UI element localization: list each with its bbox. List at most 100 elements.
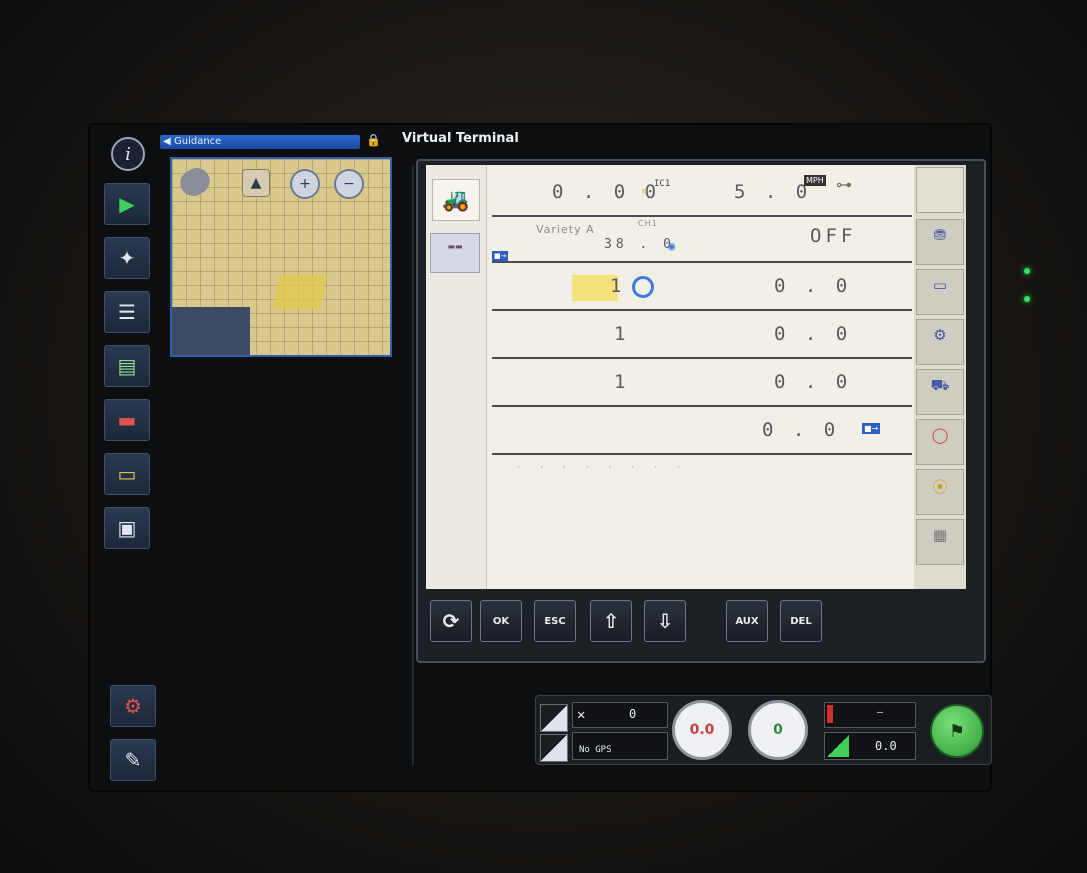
vt-row-rate: 0 . 0 0 ≡ IC1 5 . 0 MPH ⊶: [492, 171, 912, 217]
guidance-header-label: Guidance: [174, 136, 222, 147]
row5-left-value: 1: [614, 371, 630, 393]
softkey-2[interactable]: ⛃: [916, 219, 964, 265]
tractor-small-icon: ⛟: [930, 376, 950, 394]
gauge-right-value: 0: [773, 722, 783, 738]
target-icon: ◉: [668, 239, 676, 253]
ok-button[interactable]: OK: [480, 600, 522, 642]
satellite-count: 0: [629, 707, 637, 721]
vt-left-softkeys: 🚜 ▬▬: [426, 165, 487, 589]
page-up-button[interactable]: ⇧: [590, 600, 632, 642]
task-list-icon[interactable]: ☰: [104, 291, 150, 333]
softkey-1[interactable]: [916, 167, 964, 213]
status-led-top: [1024, 268, 1030, 274]
satellite-icon: ✕: [577, 707, 586, 723]
implement-icon[interactable]: ▭: [104, 453, 150, 495]
left-toolbar: i ▶ ✦ ☰ ▤ ▬ ▭ ▣: [98, 137, 154, 561]
row4-right-value: 0 . 0: [774, 323, 852, 345]
del-button[interactable]: DEL: [780, 600, 822, 642]
softkey-7[interactable]: ⦿: [916, 469, 964, 515]
aux-button[interactable]: AUX: [726, 600, 768, 642]
grid-icon: ▦: [932, 526, 948, 544]
planter-status-icon: ⊶: [836, 175, 852, 194]
boom-sections-icon[interactable]: ▬: [104, 399, 150, 441]
page-down-button[interactable]: ⇩: [644, 600, 686, 642]
status-led-bottom: [1024, 296, 1030, 302]
guidance-panel-header[interactable]: ◀ Guidance: [160, 135, 360, 149]
speed-value: 5 . 0: [734, 181, 812, 203]
speed-dash: —: [877, 707, 884, 718]
row-ticks: · · · · · · · ·: [516, 463, 688, 473]
left-toolbar-bottom: ⚙ ✎: [104, 685, 156, 793]
softkey-4[interactable]: ⚙: [916, 319, 964, 365]
page-title: Virtual Terminal: [402, 131, 519, 146]
display-screen: i ▶ ✦ ☰ ▤ ▬ ▭ ▣ ⚙ ✎ ◀ Guidance 🔒 ▲ + − V…: [90, 125, 992, 793]
channel-tag: CH1: [638, 219, 658, 228]
off-status: OFF: [810, 225, 857, 247]
speed-bottom-slot: 0.0: [824, 732, 916, 760]
map-lock-icon[interactable]: ▲: [242, 169, 270, 197]
row6-right-value: 0 . 0: [762, 419, 840, 441]
row5-right-value: 0 . 0: [774, 371, 852, 393]
panel-divider: [412, 165, 414, 765]
ic1-tag: IC1: [654, 179, 671, 189]
gps-satellite-icon[interactable]: ✦: [104, 237, 150, 279]
master-switch-button[interactable]: ⚑: [930, 704, 984, 758]
status-bar: ✕ 0 No GPS 0.0 0 — 0.0 ⚑: [535, 695, 992, 765]
boom-down-icon[interactable]: [540, 734, 568, 762]
vt-right-softkeys: ⛃ ▭ ⚙ ⛟ ◯ ⦿ ▦: [914, 165, 966, 589]
red-indicator: [827, 705, 833, 723]
tag-icon: ■→: [492, 251, 509, 261]
boom-up-icon[interactable]: [540, 704, 568, 732]
lock-icon[interactable]: 🔒: [366, 133, 381, 147]
vt-row-3: 1 0 . 0: [492, 265, 912, 311]
tractor-settings-icon[interactable]: ⚙: [110, 685, 156, 727]
softkey-3[interactable]: ▭: [916, 269, 964, 315]
vt-row-variety: Variety A CH1 38 . 0 ◉ OFF ■→: [492, 217, 912, 263]
row6-tag-icon: ■→: [862, 423, 881, 434]
vt-display: 🚜 ▬▬ 0 . 0 0 ≡ IC1 5 . 0 MPH ⊶ Variety A…: [426, 165, 966, 589]
sync-icon[interactable]: [632, 276, 654, 298]
map-coverage-area: [272, 275, 328, 309]
planter-softkey[interactable]: ▬▬: [430, 233, 480, 273]
refresh-button[interactable]: ⟳: [430, 600, 472, 642]
softkey-8[interactable]: ▦: [916, 519, 964, 565]
softkey-6[interactable]: ◯: [916, 419, 964, 465]
alarm-ring-icon: ◯: [931, 426, 949, 444]
satellite-slot: ✕ 0: [572, 702, 668, 728]
zoom-out-icon[interactable]: −: [334, 169, 364, 199]
variety-value: 38 . 0: [604, 237, 675, 252]
speed-unit: MPH: [804, 175, 826, 186]
zoom-in-icon[interactable]: +: [290, 169, 320, 199]
vt-row-6: 0 . 0 ■→: [492, 409, 912, 455]
guidance-arrow-icon[interactable]: ▶: [104, 183, 150, 225]
vt-row-4: 1 0 . 0: [492, 313, 912, 359]
row3-right-value: 0 . 0: [774, 275, 852, 297]
calibration-icon: ⦿: [932, 478, 948, 496]
gps-slot: No GPS: [572, 732, 668, 760]
row3-left-value: 1: [610, 275, 626, 297]
speed-top-slot: —: [824, 702, 916, 728]
map-dark-area: [172, 307, 250, 355]
esc-button[interactable]: ESC: [534, 600, 576, 642]
seed-meter-icon: ⛃: [933, 226, 947, 244]
settings-gear-icon: ⚙: [933, 326, 947, 344]
planter-row-icon: ▭: [932, 276, 948, 294]
softkey-5[interactable]: ⛟: [916, 369, 964, 415]
document-icon[interactable]: ▤: [104, 345, 150, 387]
layers-icon[interactable]: [175, 163, 215, 201]
row4-left-value: 1: [614, 323, 630, 345]
info-icon[interactable]: i: [111, 137, 145, 171]
virtual-terminal-icon[interactable]: ▣: [104, 507, 150, 549]
gauge-left-value: 0.0: [689, 722, 715, 738]
wrench-icon[interactable]: ✎: [110, 739, 156, 781]
back-arrow-icon: ◀: [163, 136, 171, 147]
variety-label: Variety A: [536, 223, 595, 236]
section-gauge-left[interactable]: 0.0: [672, 700, 732, 760]
section-gauge-right[interactable]: 0: [748, 700, 808, 760]
tractor-icon[interactable]: 🚜: [432, 179, 480, 221]
guidance-map[interactable]: ▲ + −: [170, 157, 392, 357]
speed-value: 0.0: [875, 739, 897, 753]
vt-row-5: 1 0 . 0: [492, 361, 912, 407]
list-icon: ≡: [642, 187, 648, 197]
green-ramp-icon: [827, 735, 849, 757]
